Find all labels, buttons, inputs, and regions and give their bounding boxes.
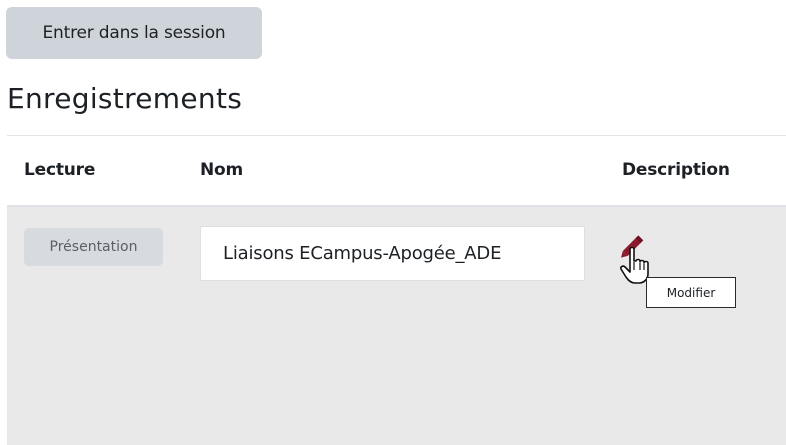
enter-session-button[interactable]: Entrer dans la session: [6, 7, 262, 59]
heading-divider: [7, 135, 786, 136]
recordings-heading: Enregistrements: [7, 82, 243, 115]
edit-tooltip: Modifier: [646, 277, 736, 308]
recordings-page: Entrer dans la session Enregistrements L…: [0, 0, 786, 445]
column-header-name: Nom: [200, 160, 244, 180]
presentation-playback-button[interactable]: Présentation: [24, 228, 163, 266]
recording-name-field[interactable]: Liaisons ECampus-Apogée_ADE: [200, 226, 585, 281]
column-header-playback: Lecture: [24, 160, 96, 180]
column-header-description: Description: [622, 160, 730, 180]
